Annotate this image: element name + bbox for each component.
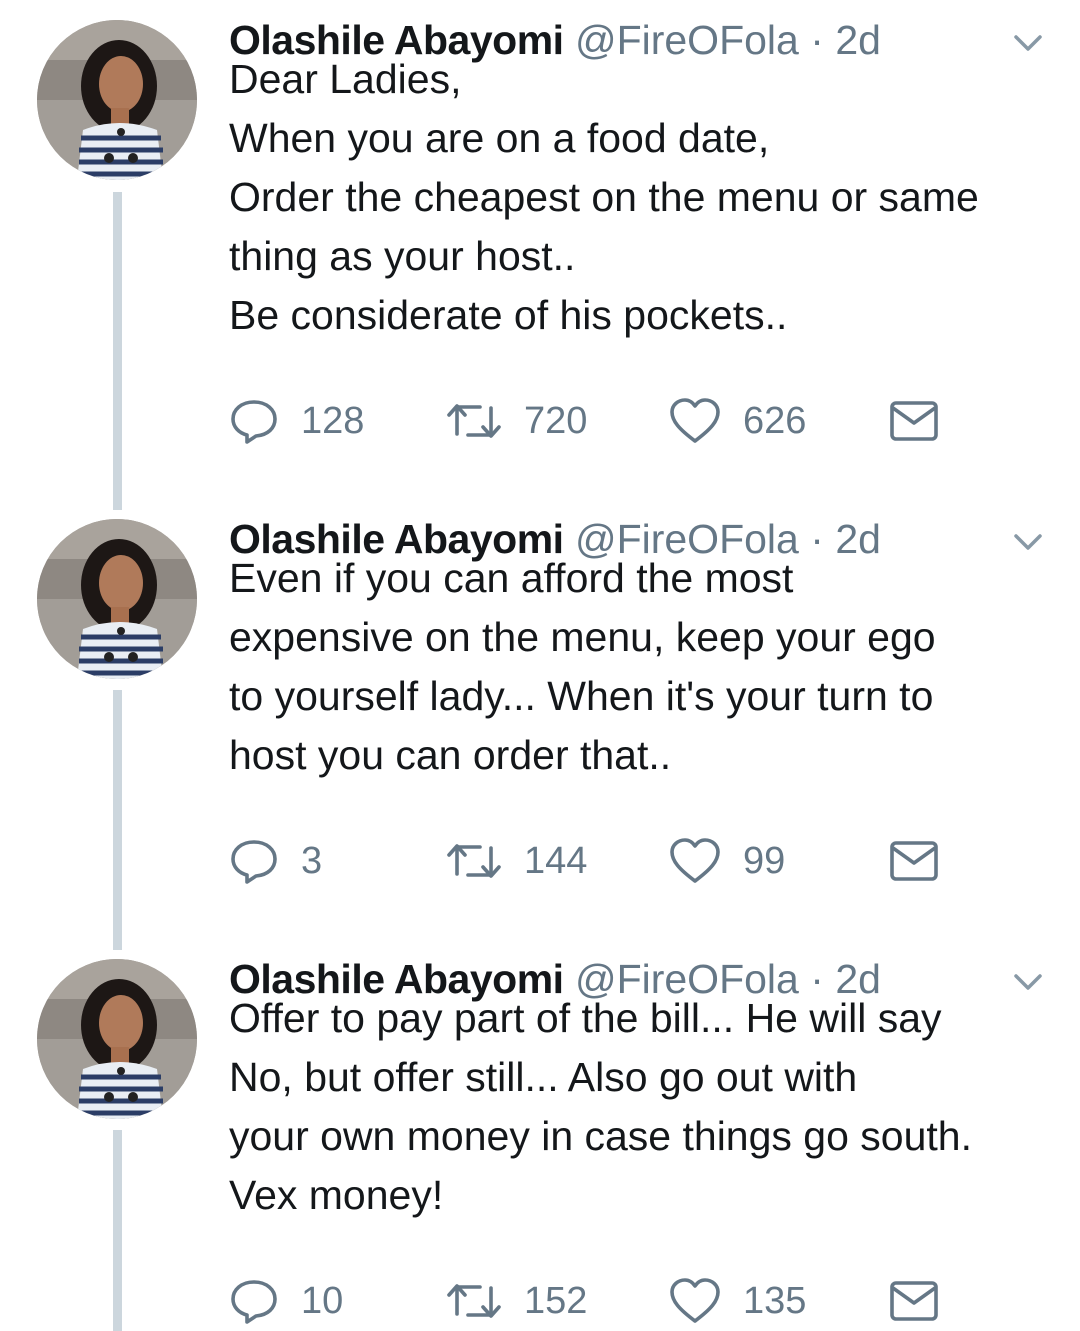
retweet-count: 144	[524, 840, 588, 882]
heart-icon	[670, 398, 720, 443]
tweet[interactable]: Olashile Abayomi @FireOFola · 2d Dear La…	[0, 10, 1080, 480]
like-button[interactable]: 99	[669, 831, 785, 891]
tweet-text-line: Dear Ladies,	[229, 56, 462, 102]
like-count: 626	[743, 400, 807, 442]
direct-message-button[interactable]	[889, 1271, 939, 1331]
like-button[interactable]: 626	[669, 391, 806, 451]
avatar[interactable]	[37, 519, 197, 679]
reply-count: 3	[301, 840, 323, 882]
retweet-button[interactable]: 720	[446, 391, 587, 451]
tweet-text: Even if you can afford the most expensiv…	[229, 549, 1059, 785]
reply-count: 10	[301, 1280, 344, 1322]
tweet[interactable]: Olashile Abayomi @FireOFola · 2d Even if…	[0, 509, 1080, 929]
reply-count: 128	[301, 400, 365, 442]
retweet-button[interactable]: 152	[446, 1271, 587, 1331]
tweet-text: Dear Ladies, When you are on a food date…	[229, 50, 1059, 345]
tweet-text-line: Be considerate of his pockets..	[229, 292, 788, 338]
tweet-text-line: Order the cheapest on the menu or same	[229, 174, 979, 220]
reply-icon	[231, 1280, 277, 1324]
tweet-text-line: to yourself lady... When it's your turn …	[229, 673, 934, 719]
reply-icon	[231, 840, 277, 884]
tweet-actions: 10 152 135	[229, 1271, 949, 1331]
envelope-icon	[890, 401, 938, 441]
tweet-text-line: your own money in case things go south.	[229, 1113, 972, 1159]
like-count: 135	[743, 1280, 807, 1322]
tweet[interactable]: Olashile Abayomi @FireOFola · 2d Offer t…	[0, 949, 1080, 1331]
retweet-icon	[447, 404, 501, 438]
reply-button[interactable]: 10	[229, 1271, 343, 1331]
tweet-text-line: host you can order that..	[229, 732, 672, 778]
reply-icon	[231, 400, 277, 444]
retweet-icon	[447, 844, 501, 878]
reply-button[interactable]: 128	[229, 391, 364, 451]
avatar[interactable]	[37, 20, 197, 180]
tweet-actions: 128 720 626	[229, 391, 949, 451]
tweet-text-line: thing as your host..	[229, 233, 576, 279]
tweet-text: Offer to pay part of the bill... He will…	[229, 989, 1059, 1225]
like-button[interactable]: 135	[669, 1271, 806, 1331]
tweet-text-line: No, but offer still... Also go out with	[229, 1054, 858, 1100]
direct-message-button[interactable]	[889, 391, 939, 451]
direct-message-button[interactable]	[889, 831, 939, 891]
avatar[interactable]	[37, 959, 197, 1119]
tweet-text-line: expensive on the menu, keep your ego	[229, 614, 936, 660]
envelope-icon	[890, 841, 938, 881]
tweet-text-line: Offer to pay part of the bill... He will…	[229, 995, 942, 1041]
retweet-count: 720	[524, 400, 588, 442]
tweet-text-line: Even if you can afford the most	[229, 555, 794, 601]
envelope-icon	[890, 1281, 938, 1321]
heart-icon	[670, 1278, 720, 1323]
retweet-button[interactable]: 144	[446, 831, 587, 891]
tweet-text-line: Vex money!	[229, 1172, 444, 1218]
like-count: 99	[743, 840, 786, 882]
tweet-actions: 3 144 99	[229, 831, 949, 891]
heart-icon	[670, 838, 720, 883]
tweet-text-line: When you are on a food date,	[229, 115, 770, 161]
reply-button[interactable]: 3	[229, 831, 322, 891]
retweet-icon	[447, 1284, 501, 1318]
retweet-count: 152	[524, 1280, 588, 1322]
